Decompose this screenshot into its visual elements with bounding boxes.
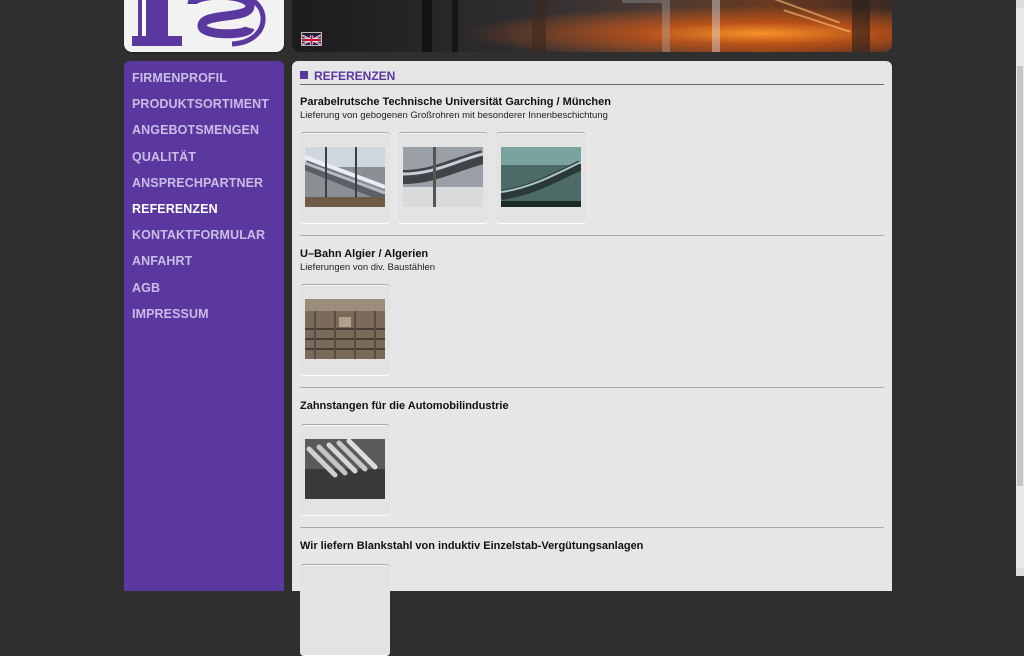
project-image-card[interactable]: [300, 284, 390, 376]
scrollbar-thumb[interactable]: [1017, 66, 1023, 486]
sidebar-item-qualitaet[interactable]: QUALITÄT: [124, 142, 284, 168]
project-image-card[interactable]: [496, 132, 586, 224]
logo[interactable]: IS: [124, 0, 284, 52]
section-divider: [300, 235, 884, 236]
sidebar-item-anfahrt[interactable]: ANFAHRT: [124, 246, 284, 272]
project-image-card[interactable]: [300, 564, 390, 656]
main-content: REFERENZEN Parabelrutsche Technische Uni…: [292, 61, 892, 656]
section-divider: [300, 387, 884, 388]
blankstahl-photo: [305, 579, 385, 639]
page-title: REFERENZEN: [314, 69, 396, 83]
page-scrollbar[interactable]: [1016, 0, 1024, 576]
project-description: Lieferungen von div. Baustählen: [300, 262, 436, 273]
project-title: U–Bahn Algier / Algerien: [300, 248, 429, 260]
heading-square-icon: [300, 71, 308, 79]
scroll-down-arrow[interactable]: [1016, 568, 1024, 576]
header-banner: [292, 0, 892, 52]
page-heading: REFERENZEN: [300, 69, 884, 85]
project-title: Wir liefern Blankstahl von induktiv Einz…: [300, 540, 644, 552]
sidebar-item-produktsortiment[interactable]: PRODUKTSORTIMENT: [124, 89, 284, 115]
sidebar-nav: FIRMENPROFIL PRODUKTSORTIMENT ANGEBOTSME…: [124, 61, 284, 325]
steel-bars-photo: [305, 439, 385, 499]
project-title: Zahnstangen für die Automobilindustrie: [300, 400, 509, 412]
logo-mark: IS: [132, 0, 266, 47]
project-image-card[interactable]: [300, 424, 390, 516]
scroll-up-arrow[interactable]: [1016, 0, 1024, 8]
sidebar-item-ansprechpartner[interactable]: ANSPRECHPARTNER: [124, 168, 284, 194]
project-description: Lieferung von gebogenen Großrohren mit b…: [300, 110, 608, 121]
sidebar-item-referenzen[interactable]: REFERENZEN: [124, 194, 284, 220]
sidebar-item-impressum[interactable]: IMPRESSUM: [124, 299, 284, 325]
sidebar-item-angebotsmengen[interactable]: ANGEBOTSMENGEN: [124, 115, 284, 141]
project-image-card[interactable]: [300, 132, 390, 224]
sidebar-item-firmenprofil[interactable]: FIRMENPROFIL: [124, 63, 284, 89]
tube-photo-1: [305, 147, 385, 207]
section-divider: [300, 527, 884, 528]
uk-flag-icon[interactable]: [301, 32, 322, 46]
project-title: Parabelrutsche Technische Universität Ga…: [300, 96, 611, 108]
sidebar-item-agb[interactable]: AGB: [124, 273, 284, 299]
sidebar: FIRMENPROFIL PRODUKTSORTIMENT ANGEBOTSME…: [124, 61, 284, 591]
tube-photo-3: [501, 147, 581, 207]
construction-photo: [305, 299, 385, 359]
tube-photo-2: [403, 147, 483, 207]
project-image-card[interactable]: [398, 132, 488, 224]
sidebar-item-kontaktformular[interactable]: KONTAKTFORMULAR: [124, 220, 284, 246]
